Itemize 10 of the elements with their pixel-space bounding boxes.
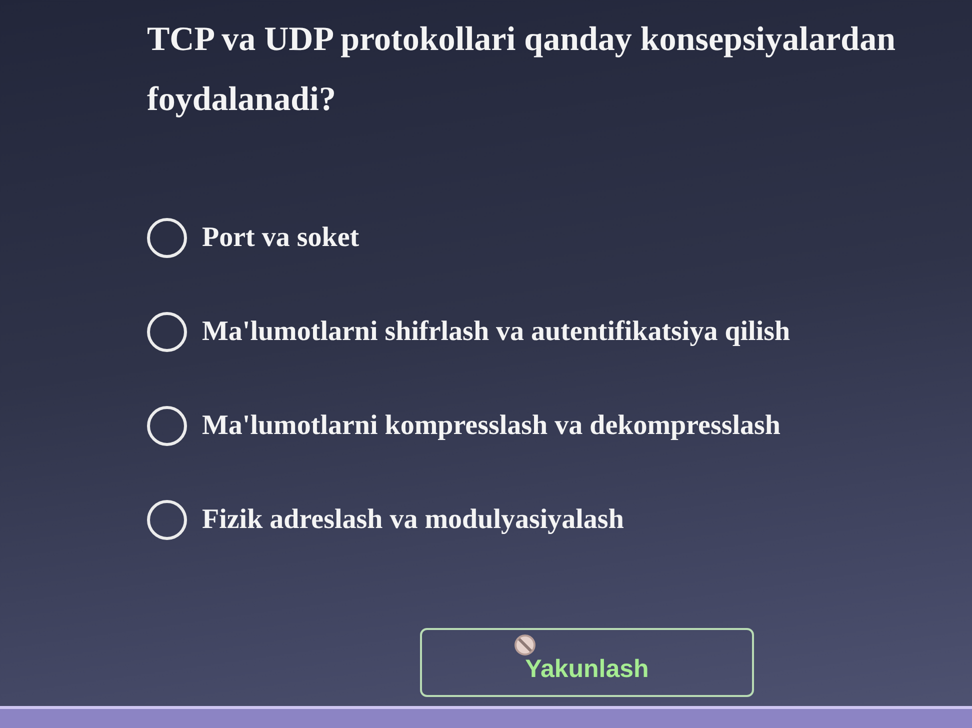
radio-button[interactable] <box>147 406 187 446</box>
radio-button[interactable] <box>147 312 187 352</box>
option-label[interactable]: Ma'lumotlarni shifrlash va autentifikatsiya qilish <box>202 315 790 349</box>
question-text: TCP va UDP protokollari qanday konsepsiyalardan foydalanadi? <box>147 20 896 120</box>
radio-button[interactable] <box>147 218 187 258</box>
option-label[interactable]: Fizik adreslash va modulyasiyalash <box>202 503 624 537</box>
option-label[interactable]: Ma'lumotlarni kompresslash va dekompresslash <box>202 409 780 443</box>
radio-button[interactable] <box>147 500 187 540</box>
not-allowed-cursor-icon <box>514 634 536 656</box>
option-label[interactable]: Port va soket <box>202 221 360 255</box>
